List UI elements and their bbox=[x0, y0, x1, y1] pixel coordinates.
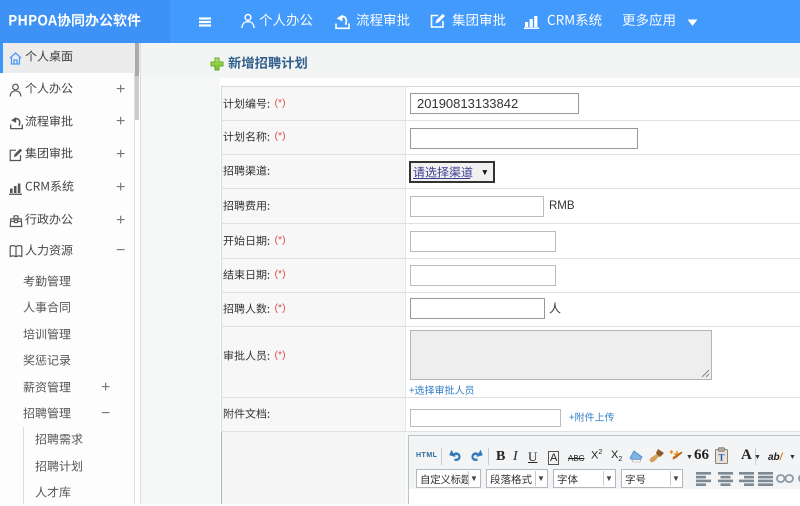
svg-text:T: T bbox=[718, 453, 724, 463]
